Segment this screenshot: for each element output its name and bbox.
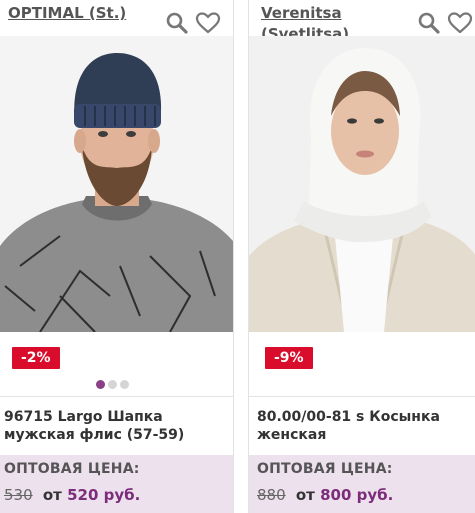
price-label: ОПТОВАЯ ЦЕНА: [257, 461, 393, 477]
carousel-dot[interactable] [108, 380, 117, 389]
price-box: ОПТОВАЯ ЦЕНА: 530 от 520 руб. [0, 455, 233, 513]
search-icon[interactable] [417, 11, 441, 35]
discount-badge: -2% [12, 347, 60, 369]
price-box: ОПТОВАЯ ЦЕНА: 880 от 800 руб. [249, 455, 475, 513]
product-photo[interactable] [249, 36, 475, 332]
heart-icon[interactable] [447, 11, 473, 35]
brand-link[interactable]: OPTIMAL (St.) [8, 3, 158, 24]
price-label: ОПТОВАЯ ЦЕНА: [4, 461, 140, 477]
search-icon[interactable] [165, 11, 189, 35]
old-price: 880 [257, 486, 286, 504]
price-from: от [42, 486, 62, 504]
current-price: 520 руб. [67, 486, 141, 504]
old-price: 530 [4, 486, 33, 504]
carousel-dot[interactable] [96, 380, 105, 389]
product-title[interactable]: 80.00/00-81 s Косынка женская [257, 408, 472, 444]
product-photo[interactable] [0, 36, 233, 332]
carousel-dots[interactable] [96, 380, 129, 389]
carousel-dot[interactable] [120, 380, 129, 389]
heart-icon[interactable] [195, 11, 221, 35]
current-price: 800 руб. [320, 486, 394, 504]
product-card[interactable]: Verenitsa (Svetlitsa) -9% 80.00/00-81 s … [248, 0, 475, 513]
product-card[interactable]: OPTIMAL (St.) -2% 96715 Largo Шапка мужс… [0, 0, 234, 513]
product-title[interactable]: 96715 Largo Шапка мужская флис (57-59) [4, 408, 230, 444]
price-line: 530 от 520 руб. [4, 486, 140, 504]
discount-badge: -9% [265, 347, 313, 369]
price-from: от [295, 486, 315, 504]
price-line: 880 от 800 руб. [257, 486, 393, 504]
divider [0, 396, 233, 397]
divider [249, 396, 475, 397]
